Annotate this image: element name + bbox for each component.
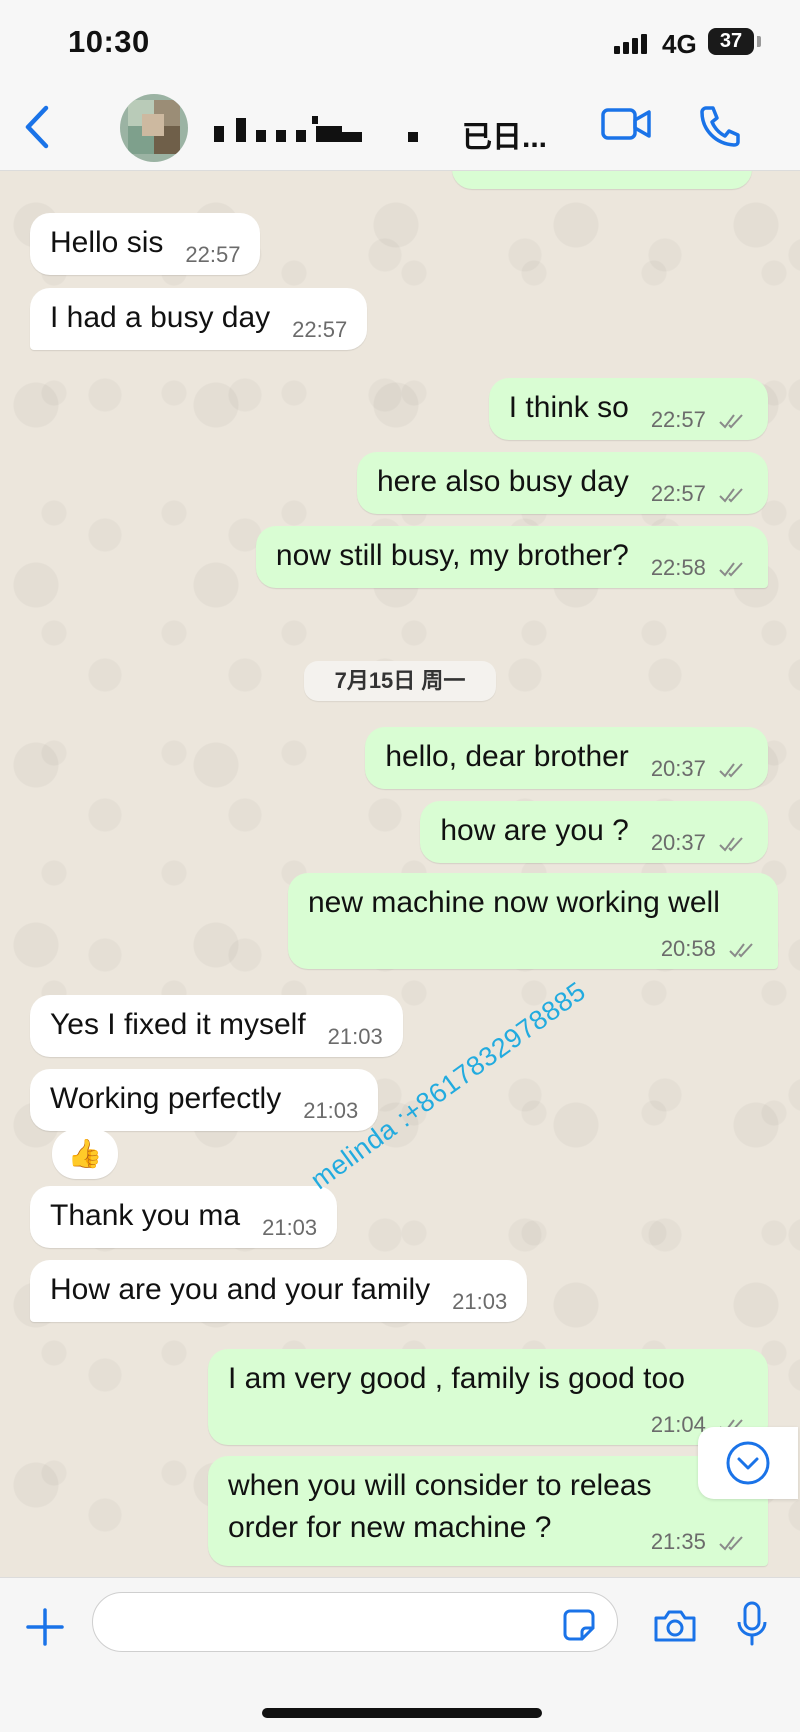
message-time: 21:03	[262, 1215, 318, 1240]
message-text-line2: order for new machine ?	[228, 1511, 552, 1544]
battery-icon: 37	[708, 28, 754, 55]
message-out[interactable]: new machine now working well 20:58	[288, 873, 778, 969]
redaction-marks	[214, 116, 418, 142]
message-out[interactable]: I am very good , family is good too 21:0…	[208, 1349, 768, 1445]
message-text: Thank you ma	[50, 1199, 241, 1232]
message-time: 21:03	[327, 1024, 383, 1049]
message-text: I had a busy day	[50, 301, 271, 334]
read-ticks-icon	[719, 488, 743, 503]
status-time: 10:30	[68, 24, 150, 59]
message-text: Hello sis	[50, 226, 164, 259]
chevron-down-circle-icon	[726, 1441, 770, 1485]
message-time: 22:57	[651, 402, 748, 438]
contact-avatar[interactable]	[120, 94, 188, 162]
message-time: 20:37	[651, 825, 748, 861]
status-bar: 10:30 4G 37	[0, 0, 800, 88]
message-time: 22:57	[292, 317, 348, 342]
message-time: 21:03	[452, 1289, 508, 1314]
reaction-thumbs-up-icon[interactable]: 👍	[52, 1129, 118, 1179]
back-chevron-icon[interactable]	[22, 104, 52, 150]
message-text: now still busy, my brother?	[275, 539, 629, 572]
message-out[interactable]: how are you ? 20:37	[420, 801, 768, 863]
message-time: 22:57	[185, 242, 241, 267]
camera-icon[interactable]	[652, 1608, 698, 1644]
video-call-icon[interactable]	[600, 104, 652, 144]
battery-level: 37	[719, 30, 743, 52]
message-out[interactable]: now still busy, my brother? 22:58	[255, 526, 768, 588]
scroll-to-bottom-button[interactable]	[698, 1427, 798, 1499]
message-time: 20:37	[651, 751, 748, 787]
microphone-icon[interactable]	[736, 1600, 768, 1648]
read-ticks-icon	[719, 1536, 743, 1551]
message-text: new machine now working well	[308, 886, 720, 919]
message-in[interactable]: I had a busy day 22:57	[30, 288, 368, 350]
battery-cap	[757, 36, 761, 47]
date-divider: 7月15日 周一	[304, 661, 496, 701]
read-ticks-icon	[719, 763, 743, 778]
chat-header: 已日...	[0, 88, 800, 171]
message-out[interactable]: hello, dear brother 20:37	[365, 727, 768, 789]
contact-name[interactable]: 已日...	[462, 112, 547, 156]
message-text-line1: when you will consider to releas	[228, 1469, 652, 1502]
message-in[interactable]: Yes I fixed it myself 21:03	[30, 995, 403, 1057]
message-text: I think so	[508, 391, 629, 424]
message-input-field[interactable]	[92, 1592, 618, 1652]
message-text: Working perfectly	[50, 1082, 282, 1115]
message-text: Yes I fixed it myself	[50, 1008, 306, 1041]
message-time: 22:58	[651, 550, 748, 586]
message-in[interactable]: Working perfectly 21:03	[30, 1069, 379, 1131]
message-time: 20:58	[661, 931, 758, 967]
message-out[interactable]: here also busy day 22:57	[356, 452, 768, 514]
message-input[interactable]	[113, 1593, 557, 1651]
message-out[interactable]: I think so 22:57	[488, 378, 768, 440]
message-in[interactable]: How are you and your family 21:03	[30, 1260, 528, 1322]
phone-call-icon[interactable]	[698, 104, 740, 148]
message-text: here also busy day	[376, 465, 629, 498]
message-text: how are you ?	[440, 814, 629, 847]
message-time: 21:35	[651, 1524, 748, 1560]
message-in[interactable]: Hello sis 22:57	[30, 213, 261, 275]
message-text: How are you and your family	[50, 1273, 431, 1306]
message-out[interactable]: when you will consider to releas order f…	[208, 1456, 768, 1566]
message-time: 21:03	[303, 1098, 359, 1123]
read-ticks-icon	[719, 837, 743, 852]
message-text: I am very good , family is good too	[228, 1362, 685, 1395]
home-indicator	[262, 1708, 542, 1718]
message-out-partial	[452, 171, 752, 189]
read-ticks-icon	[729, 943, 753, 958]
read-ticks-icon	[719, 414, 743, 429]
chat-area[interactable]: Hello sis 22:57 I had a busy day 22:57 I t…	[0, 171, 800, 1577]
plus-icon[interactable]	[24, 1606, 66, 1648]
network-type: 4G	[662, 29, 697, 59]
message-text: hello, dear brother	[385, 740, 629, 773]
message-time: 22:57	[651, 476, 748, 512]
read-ticks-icon	[719, 562, 743, 577]
message-in[interactable]: Thank you ma 21:03	[30, 1186, 338, 1248]
sticker-icon[interactable]	[562, 1608, 596, 1642]
composer-bar	[0, 1577, 800, 1732]
